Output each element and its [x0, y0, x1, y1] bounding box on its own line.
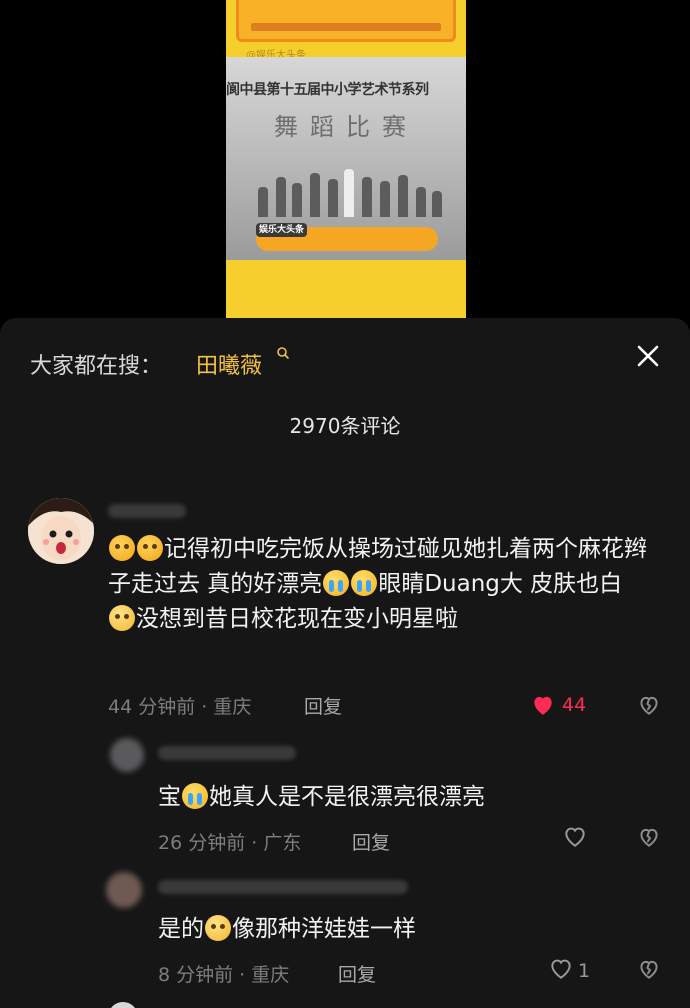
shy-emoji: [137, 535, 163, 561]
search-suggestion-term[interactable]: 田曦薇: [196, 348, 262, 380]
banner-text-cropped: [251, 23, 441, 31]
pleading-emoji: [109, 605, 135, 631]
reply-text: 宝 她真人是不是很漂亮很漂亮: [158, 780, 648, 815]
comment-count-title: 2970条评论: [289, 414, 401, 438]
stage-photo: 阆中县第十五届中小学艺术节系列 舞蹈比赛 娱乐大头条: [226, 57, 466, 260]
reply-avatar-blurred[interactable]: [110, 738, 144, 772]
cry-emoji: [351, 570, 378, 596]
comment-time-location: 44 分钟前 · 重庆: [108, 696, 252, 718]
commenter-username-blurred[interactable]: [108, 504, 186, 518]
reply-time-location: 26 分钟前 · 广东: [158, 832, 302, 854]
dancers-figure: [254, 161, 444, 217]
video-frame: @娱乐大头条 阆中县第十五届中小学艺术节系列 舞蹈比赛 娱乐大头条: [226, 0, 466, 320]
reply-time-location: 8 分钟前 · 重庆: [158, 964, 290, 986]
shy-emoji: [109, 535, 135, 561]
cry-emoji: [182, 783, 208, 809]
avatar-face-icon: [28, 498, 94, 564]
video-caption-tag: 娱乐大头条: [256, 223, 308, 237]
video-player[interactable]: @娱乐大头条 阆中县第十五届中小学艺术节系列 舞蹈比赛 娱乐大头条: [0, 0, 690, 320]
dislike-icon[interactable]: [636, 824, 662, 850]
pleading-emoji: [205, 915, 231, 941]
video-title-banner: [236, 0, 456, 42]
comment-sheet: 大家都在搜： 田曦薇 2970条评论 记得初中吃完饭从操场过碰见她扎着两个麻花辫…: [0, 318, 690, 1008]
heart-outline-icon[interactable]: [548, 956, 574, 982]
comment-text-part: 没想到昔日校花现在变小明星啦: [136, 606, 458, 632]
cry-emoji: [323, 570, 350, 596]
commenter-avatar[interactable]: [28, 498, 94, 564]
comment-text-part: 眼睛Duang大 皮肤也白: [378, 571, 623, 597]
reply-text-part: 她真人是不是很漂亮很漂亮: [209, 784, 485, 810]
like-count: 1: [578, 960, 591, 982]
reply-button[interactable]: 回复: [304, 692, 342, 719]
heart-icon[interactable]: [530, 692, 556, 718]
dislike-icon[interactable]: [636, 692, 662, 718]
reply-text: 是的 像那种洋娃娃一样: [158, 912, 648, 947]
close-icon[interactable]: [632, 340, 664, 372]
heart-outline-icon[interactable]: [562, 824, 588, 850]
reply-text-part: 宝: [158, 784, 181, 810]
reply-button[interactable]: 回复: [338, 960, 376, 987]
search-suggestion-prefix: 大家都在搜：: [30, 354, 163, 379]
dislike-icon[interactable]: [636, 956, 662, 982]
reply-text-part: 是的: [158, 916, 204, 942]
like-count: 44: [562, 694, 587, 716]
search-icon[interactable]: [276, 346, 292, 362]
reply-button[interactable]: 回复: [352, 828, 390, 855]
reply-avatar-blurred[interactable]: [106, 872, 142, 908]
stage-banner-line1: 阆中县第十五届中小学艺术节系列: [226, 82, 429, 98]
next-comment-avatar[interactable]: [108, 1002, 138, 1008]
stage-banner-line2: 舞蹈比赛: [274, 113, 418, 141]
reply-username-blurred[interactable]: [158, 880, 408, 894]
reply-username-blurred[interactable]: [158, 746, 296, 760]
reply-text-part: 像那种洋娃娃一样: [232, 916, 416, 942]
comment-text: 记得初中吃完饭从操场过碰见她扎着两个麻花辫子走过去 真的好漂亮 眼睛Duang大 …: [108, 532, 648, 637]
